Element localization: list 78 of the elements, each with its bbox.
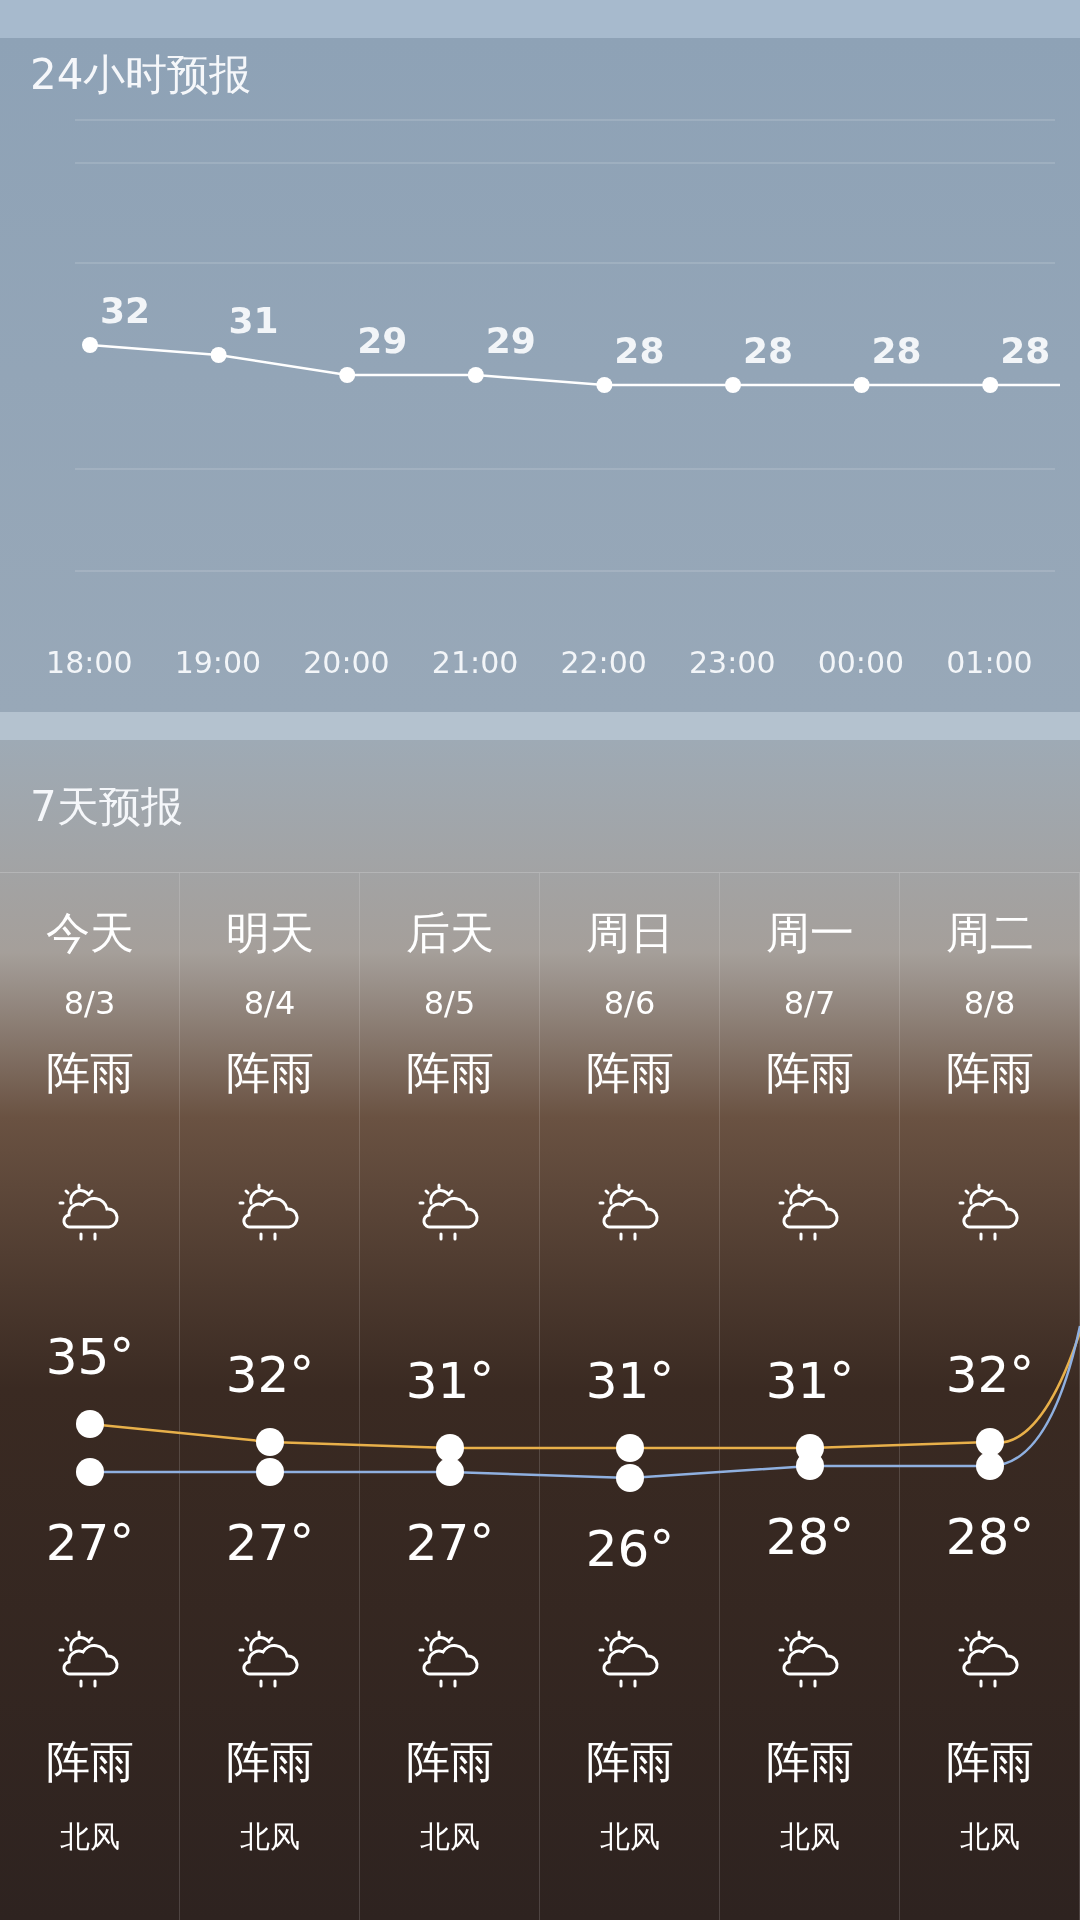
temperature-label: 31° <box>405 1352 495 1410</box>
time-label: 18:00 <box>46 644 133 682</box>
data-point <box>982 377 999 393</box>
weather-label: 阵雨 <box>585 1046 674 1100</box>
data-point <box>616 1464 644 1492</box>
data-point <box>976 1452 1004 1480</box>
temperature-label: 35° <box>45 1328 135 1386</box>
data-point <box>76 1458 104 1486</box>
temperature-label: 26° <box>585 1520 675 1578</box>
data-point <box>82 337 98 353</box>
wind-label: 北风 <box>239 1818 300 1856</box>
time-label: 23:00 <box>689 644 776 682</box>
data-point <box>76 1410 104 1438</box>
day-label: 周二 <box>945 906 1034 960</box>
temperature-label: 29 <box>485 320 536 361</box>
weather-label: 阵雨 <box>405 1046 494 1100</box>
weather-label: 阵雨 <box>45 1046 134 1100</box>
weather-label: 阵雨 <box>585 1735 674 1789</box>
wind-label: 北风 <box>959 1818 1020 1856</box>
weather-label: 阵雨 <box>405 1735 494 1789</box>
section-title: 24小时预报 <box>30 48 252 101</box>
weather-label: 阵雨 <box>765 1735 854 1789</box>
weather-label: 阵雨 <box>225 1735 314 1789</box>
temperature-label: 28° <box>945 1508 1035 1566</box>
temperature-label: 32° <box>945 1346 1035 1404</box>
temperature-label: 28 <box>614 330 665 371</box>
temperature-label: 27° <box>225 1514 315 1572</box>
data-point <box>976 1428 1004 1456</box>
temperature-label: 29 <box>357 320 408 361</box>
data-point <box>210 347 227 363</box>
temperature-label: 28 <box>871 330 922 371</box>
wind-label: 北风 <box>599 1818 660 1856</box>
day-label: 后天 <box>405 906 494 960</box>
time-label: 21:00 <box>431 644 519 682</box>
wind-label: 北风 <box>779 1818 840 1856</box>
wind-label: 北风 <box>59 1818 120 1856</box>
temperature-label: 27° <box>405 1514 495 1572</box>
date-label: 8/3 <box>63 983 116 1023</box>
weather-label: 阵雨 <box>945 1735 1034 1789</box>
data-point <box>339 367 356 383</box>
data-point <box>725 377 741 393</box>
temperature-label: 28 <box>1000 330 1051 371</box>
weather-label: 阵雨 <box>945 1046 1034 1100</box>
day-label: 周一 <box>765 906 854 960</box>
temperature-label: 32 <box>99 290 151 331</box>
data-point <box>256 1428 284 1456</box>
day-label: 周日 <box>585 906 674 960</box>
data-point <box>853 377 870 393</box>
temperature-label: 31° <box>585 1352 675 1410</box>
temperature-label: 28 <box>742 330 794 371</box>
time-label: 19:00 <box>174 644 262 682</box>
temperature-label: 27° <box>45 1514 135 1572</box>
date-label: 8/6 <box>603 983 656 1023</box>
data-point <box>596 377 613 393</box>
temperature-label: 28° <box>765 1508 855 1566</box>
time-label: 20:00 <box>303 644 390 682</box>
time-label: 01:00 <box>946 644 1033 682</box>
data-point <box>467 367 484 383</box>
date-label: 8/7 <box>783 983 836 1023</box>
date-label: 8/4 <box>243 983 296 1023</box>
data-point <box>436 1458 464 1486</box>
data-point <box>436 1434 464 1462</box>
data-point <box>256 1458 284 1486</box>
weather-label: 阵雨 <box>45 1735 134 1789</box>
day-label: 明天 <box>225 906 314 960</box>
section-title: 7天预报 <box>30 780 183 833</box>
date-label: 8/8 <box>963 983 1016 1023</box>
time-label: 00:00 <box>817 644 905 682</box>
wind-label: 北风 <box>419 1818 480 1856</box>
data-point <box>616 1434 644 1462</box>
temperature-label: 31° <box>765 1352 855 1410</box>
time-label: 22:00 <box>560 644 647 682</box>
day-label: 今天 <box>45 906 134 960</box>
temperature-label: 31 <box>228 300 279 341</box>
weather-label: 阵雨 <box>225 1046 314 1100</box>
temperature-label: 32° <box>225 1346 315 1404</box>
date-label: 8/5 <box>423 983 476 1023</box>
weather-label: 阵雨 <box>765 1046 854 1100</box>
